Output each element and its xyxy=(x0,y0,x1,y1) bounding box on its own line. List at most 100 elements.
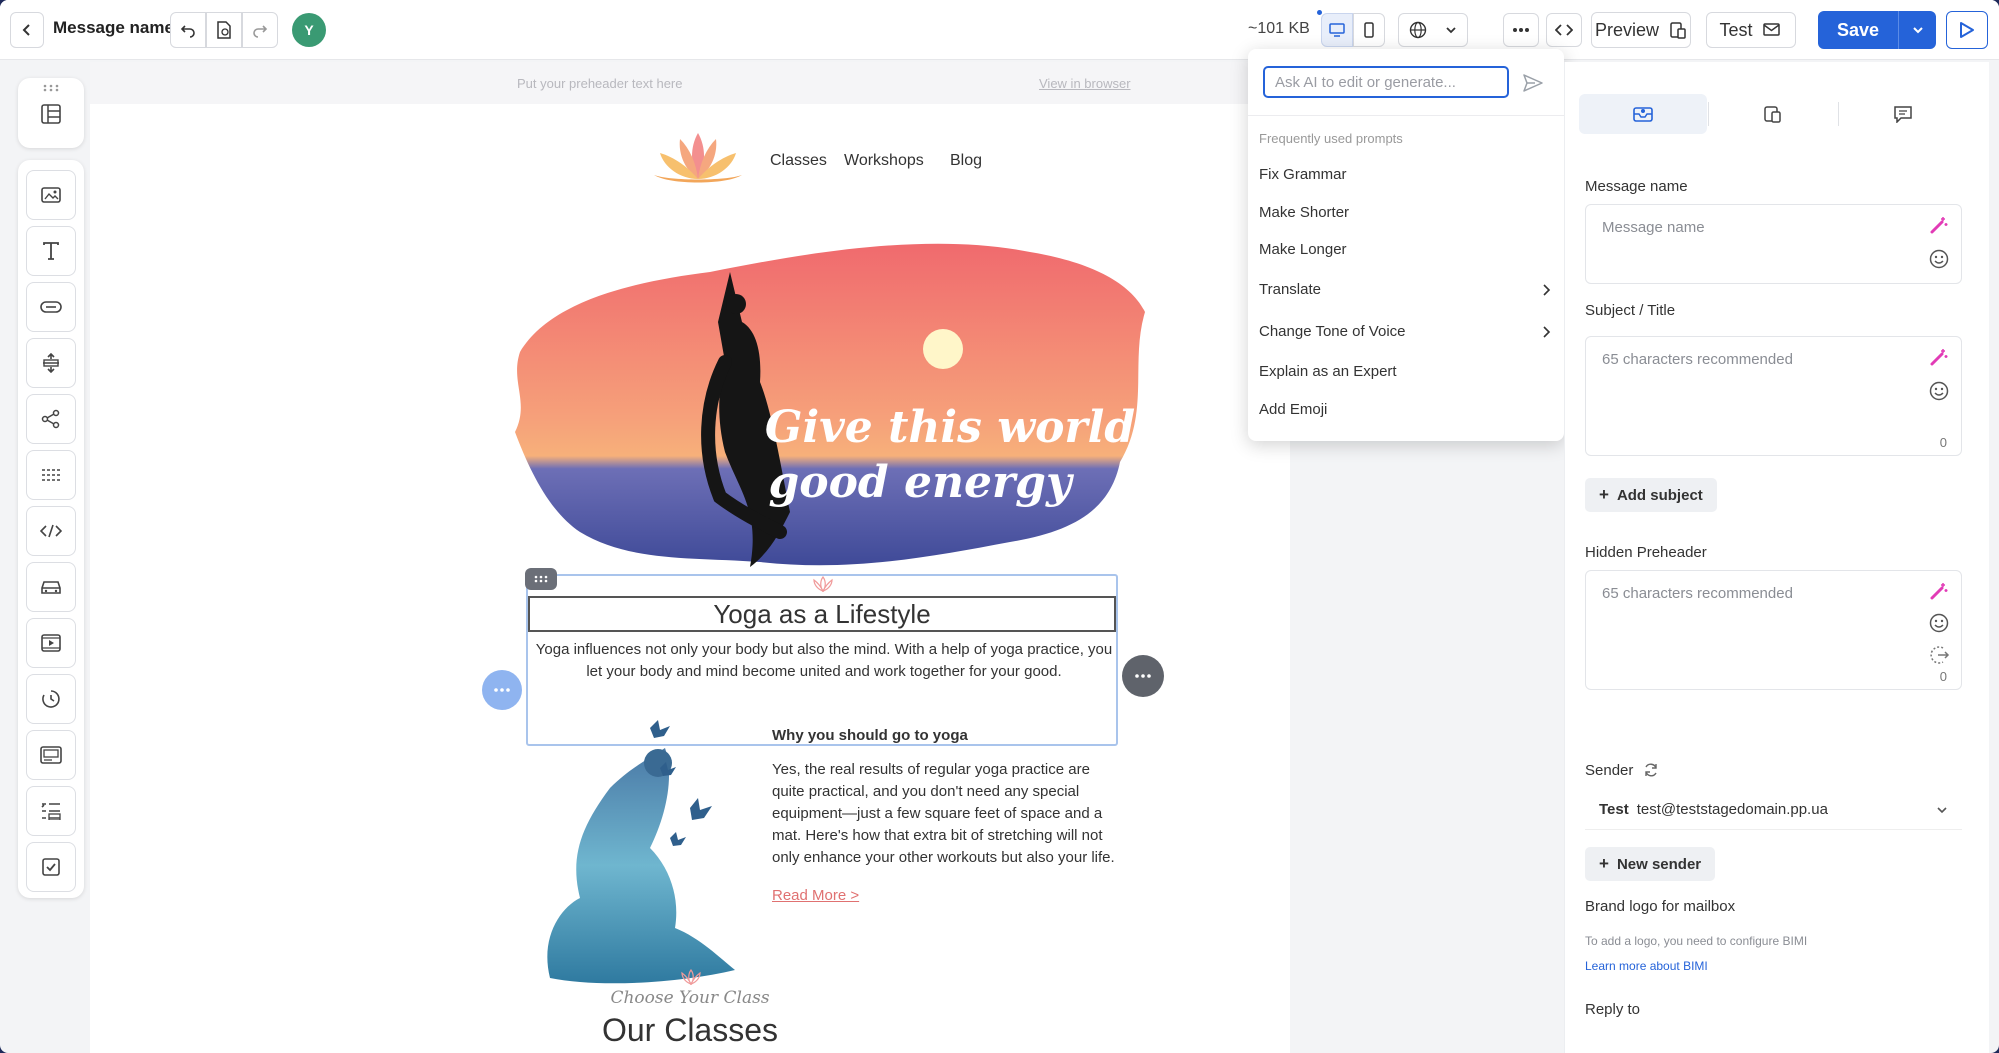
section-text[interactable]: Yoga influences not only your body but a… xyxy=(530,639,1118,683)
tab-comments[interactable] xyxy=(1839,94,1967,134)
timer-icon xyxy=(42,690,60,708)
menu-block-button[interactable] xyxy=(26,786,76,836)
more-button[interactable] xyxy=(1503,13,1539,47)
tab-mailbox-settings[interactable] xyxy=(1579,94,1707,134)
send-icon xyxy=(1523,74,1543,92)
refresh-senders-button[interactable] xyxy=(1641,760,1661,780)
small-lotus-icon xyxy=(681,968,701,986)
banner-block-button[interactable] xyxy=(26,730,76,780)
save-button[interactable]: Save xyxy=(1818,11,1898,49)
add-subject-button[interactable]: + Add subject xyxy=(1585,478,1717,512)
nav-link-classes[interactable]: Classes xyxy=(770,152,827,170)
undo-button[interactable] xyxy=(170,12,206,48)
view-in-browser-link[interactable]: View in browser xyxy=(1039,76,1131,91)
block-drag-handle[interactable] xyxy=(525,568,557,590)
read-more-link[interactable]: Read More > xyxy=(772,887,859,904)
emoji-button[interactable] xyxy=(1927,247,1951,271)
why-yoga-title[interactable]: Why you should go to yoga xyxy=(772,727,968,744)
text-icon xyxy=(43,242,59,260)
nav-link-workshops[interactable]: Workshops xyxy=(844,152,924,170)
mailbox-settings-icon xyxy=(1633,107,1653,122)
hero-headline-line2: good energy xyxy=(768,457,1074,508)
text-block-button[interactable] xyxy=(26,226,76,276)
mobile-view-button[interactable] xyxy=(1353,13,1385,47)
video-block-button[interactable] xyxy=(26,618,76,668)
desktop-icon xyxy=(1329,23,1345,37)
button-block-button[interactable] xyxy=(26,282,76,332)
yoga-pose-image[interactable] xyxy=(540,708,760,988)
hero-banner-image[interactable]: Give this world good energy xyxy=(510,212,1150,602)
emoji-icon xyxy=(1929,249,1949,269)
top-bar: Message name Y ~101 KB Preview Test Save xyxy=(0,0,1999,60)
ai-magic-button[interactable] xyxy=(1927,213,1951,237)
chevron-down-icon xyxy=(1937,806,1947,813)
preheader-text[interactable]: Put your preheader text here xyxy=(517,76,683,91)
ai-send-button[interactable] xyxy=(1520,70,1546,96)
email-canvas: Put your preheader text here View in bro… xyxy=(90,62,1290,1053)
block-actions-left-button[interactable] xyxy=(482,670,522,710)
user-avatar[interactable]: Y xyxy=(292,13,326,47)
block-actions-right-button[interactable] xyxy=(1122,655,1164,697)
ai-magic-button[interactable] xyxy=(1927,345,1951,369)
message-name-title[interactable]: Message name xyxy=(53,18,174,38)
insert-variable-button[interactable] xyxy=(1927,643,1951,667)
preview-devices-icon xyxy=(1670,22,1686,39)
sender-select[interactable]: Test test@teststagedomain.pp.ua xyxy=(1585,790,1962,830)
section-title[interactable]: Yoga as a Lifestyle xyxy=(528,596,1116,632)
history-button[interactable] xyxy=(206,12,242,48)
blocks-panel-toggle[interactable] xyxy=(18,78,84,148)
subject-label: Subject / Title xyxy=(1585,302,1676,319)
bimi-learn-more-link[interactable]: Learn more about BIMI xyxy=(1585,959,1708,973)
chevron-left-icon xyxy=(22,24,30,36)
prompt-explain-expert[interactable]: Explain as an Expert xyxy=(1259,363,1551,380)
why-yoga-body[interactable]: Yes, the real results of regular yoga pr… xyxy=(772,759,1122,869)
prompt-translate[interactable]: Translate xyxy=(1259,281,1551,298)
choose-class-subtitle[interactable]: Choose Your Class xyxy=(90,988,1290,1008)
spacer-block-button[interactable] xyxy=(26,338,76,388)
ai-magic-button[interactable] xyxy=(1927,579,1951,603)
prompt-change-tone[interactable]: Change Tone of Voice xyxy=(1259,323,1551,340)
unsaved-indicator xyxy=(1317,10,1322,15)
globe-icon xyxy=(1409,21,1427,39)
html-block-button[interactable] xyxy=(26,506,76,556)
more-horizontal-icon xyxy=(494,688,510,692)
redo-button[interactable] xyxy=(242,12,278,48)
preheader-bar: Put your preheader text here View in bro… xyxy=(90,62,1290,104)
our-classes-heading[interactable]: Our Classes xyxy=(90,1012,1290,1049)
prompt-fix-grammar[interactable]: Fix Grammar xyxy=(1259,166,1551,183)
divider-block-button[interactable] xyxy=(26,450,76,500)
nav-link-blog[interactable]: Blog xyxy=(950,152,982,170)
tab-mobile-preview[interactable] xyxy=(1709,94,1837,134)
image-block-button[interactable] xyxy=(26,170,76,220)
ai-popup-divider xyxy=(1248,115,1564,116)
desktop-view-button[interactable] xyxy=(1321,13,1353,47)
subject-field[interactable]: 65 characters recommended 0 xyxy=(1585,336,1962,456)
new-sender-button[interactable]: + New sender xyxy=(1585,847,1716,881)
timer-block-button[interactable] xyxy=(26,674,76,724)
message-name-placeholder: Message name xyxy=(1602,219,1705,236)
sender-label: Sender xyxy=(1585,762,1634,779)
prompt-make-longer[interactable]: Make Longer xyxy=(1259,241,1551,258)
language-dropdown[interactable] xyxy=(1398,13,1468,47)
prompt-add-emoji[interactable]: Add Emoji xyxy=(1259,401,1551,418)
html-code-icon xyxy=(40,524,62,538)
undo-icon xyxy=(180,25,195,38)
social-block-button[interactable] xyxy=(26,394,76,444)
lotus-logo[interactable] xyxy=(650,127,746,187)
message-name-field[interactable]: Message name xyxy=(1585,204,1962,284)
test-button[interactable]: Test xyxy=(1706,12,1796,48)
send-button[interactable] xyxy=(1946,11,1988,49)
save-options-button[interactable] xyxy=(1898,11,1936,49)
hidden-preheader-field[interactable]: 65 characters recommended 0 xyxy=(1585,570,1962,690)
preview-button[interactable]: Preview xyxy=(1591,12,1691,48)
ai-prompt-input[interactable] xyxy=(1263,66,1509,98)
back-button[interactable] xyxy=(10,12,44,48)
emoji-button[interactable] xyxy=(1927,611,1951,635)
product-block-button[interactable] xyxy=(26,562,76,612)
social-icon xyxy=(41,409,60,429)
emoji-button[interactable] xyxy=(1927,379,1951,403)
prompt-make-shorter[interactable]: Make Shorter xyxy=(1259,204,1551,221)
redo-icon xyxy=(253,25,268,38)
code-view-button[interactable] xyxy=(1546,13,1582,47)
form-block-button[interactable] xyxy=(26,842,76,892)
